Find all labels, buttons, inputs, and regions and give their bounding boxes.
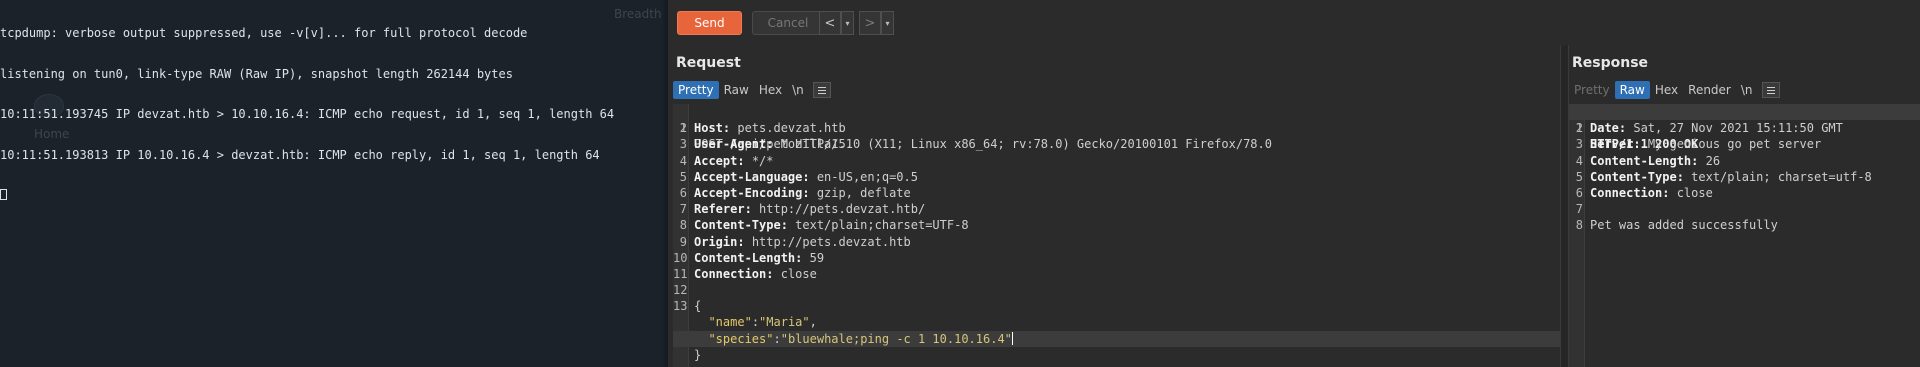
header-name: Host [694,121,723,136]
header-value: */* [751,153,774,168]
header-name: Connection [694,266,767,281]
terminal-cursor [0,189,7,200]
cancel-button[interactable]: Cancel [752,11,824,35]
history-forward-group: > ▾ [859,11,894,35]
response-viewer[interactable]: 1 HTTP/1.1 200 OK 2 Date: Sat, 27 Nov 202… [1569,104,1920,367]
header-value: Mozilla/5.0 (X11; Linux x86_64; rv:78.0)… [780,137,1272,152]
history-back-button[interactable]: < [819,11,841,35]
line-number: 3 [1575,137,1583,152]
line-number: 3 [679,137,687,152]
header-name: Date [1590,121,1619,136]
json-close-brace: } [694,347,702,362]
request-tab-newline[interactable]: \n [787,81,809,99]
header-value: close [1676,185,1713,200]
header-name: Connection [1590,185,1663,200]
response-tab-render[interactable]: Render [1683,81,1736,99]
header-name: Accept [694,153,738,168]
request-tab-raw[interactable]: Raw [719,81,754,99]
response-title: Response [1572,55,1649,71]
line-number: 11 [673,266,688,281]
terminal-line: 10:11:51.193745 IP devzat.htb > 10.10.16… [0,107,615,121]
current-line: "species":"bluewhale;ping -c 1 10.10.16.… [673,330,1560,347]
header-value: gzip, deflate [816,185,911,200]
history-forward-button[interactable]: > [859,11,881,35]
text-caret [1011,331,1013,345]
header-name: User-Agent [694,137,767,152]
header-name: Content-Type [1590,169,1677,184]
header-value: My genious go pet server [1647,137,1822,152]
terminal-window[interactable]: Breadth Home tcpdump: verbose output sup… [0,0,668,367]
header-value: en-US,en;q=0.5 [816,169,918,184]
line-number: 8 [1575,218,1583,233]
request-menu-icon[interactable] [812,82,831,98]
history-forward-dropdown-icon[interactable]: ▾ [881,11,894,35]
line-number: 5 [679,169,687,184]
json-key: "species" [708,331,774,346]
request-view-tabs: Pretty Raw Hex \n [673,81,831,99]
line-number: 4 [679,153,687,168]
terminal-line: listening on tun0, link-type RAW (Raw IP… [0,66,513,81]
header-name: Referer [694,202,745,217]
response-menu-icon[interactable] [1761,82,1780,98]
header-name: Origin [694,234,738,249]
header-value: 59 [809,250,825,265]
response-tab-pretty[interactable]: Pretty [1569,81,1615,99]
line-number: 7 [1575,202,1583,217]
send-button[interactable]: Send [677,11,742,35]
line-number: 2 [1575,121,1583,136]
repeater-toolbar: Send Cancel < ▾ > ▾ [668,0,1920,45]
response-tab-hex[interactable]: Hex [1650,81,1683,99]
response-view-tabs: Pretty Raw Hex Render \n [1569,81,1780,99]
header-value: text/plain; charset=utf-8 [1691,169,1872,184]
repeater-panel: Send Cancel < ▾ > ▾ Request Pretty Raw H… [668,0,1920,367]
json-open-brace: { [694,299,702,314]
line-number: 7 [679,202,687,217]
header-name: Content-Length [1590,153,1692,168]
line-number: 13 [673,299,688,314]
current-line: 1 HTTP/1.1 200 OK [1569,104,1920,151]
line-number: 6 [1575,185,1583,200]
line-number: 6 [679,185,687,200]
header-name: Server [1590,137,1634,152]
header-value: Sat, 27 Nov 2021 15:11:50 GMT [1633,121,1843,136]
history-back-group: < ▾ [819,11,854,35]
header-value: close [780,266,817,281]
request-tab-pretty[interactable]: Pretty [673,81,719,99]
request-title: Request [676,55,741,71]
header-name: Content-Length [694,250,796,265]
request-editor[interactable]: 1 POST /api/pet HTTP/1.1 2 Host: pets.dev… [673,104,1560,367]
header-value: 26 [1705,153,1721,168]
request-tab-hex[interactable]: Hex [754,81,787,99]
header-value: text/plain;charset=UTF-8 [795,218,969,233]
header-name: Content-Type [694,218,781,233]
terminal-line: tcpdump: verbose output suppressed, use … [0,26,528,40]
json-value: "bluewhale;ping -c 1 10.10.16.4" [780,331,1012,346]
json-key: "name" [708,315,752,330]
window-shadow [660,0,668,367]
line-number: 5 [1575,169,1583,184]
terminal-output: tcpdump: verbose output suppressed, use … [0,0,668,230]
header-value: http://pets.devzat.htb/ [759,202,926,217]
line-number: 4 [1575,153,1583,168]
header-name: Accept-Language [694,169,803,184]
header-value: pets.devzat.htb [737,121,846,136]
response-tab-raw[interactable]: Raw [1614,81,1650,99]
line-number: 12 [673,283,688,298]
response-tab-newline[interactable]: \n [1736,81,1758,99]
history-back-dropdown-icon[interactable]: ▾ [841,11,854,35]
line-number: 10 [673,250,688,265]
line-number: 9 [679,234,687,249]
json-value: "Maria" [759,315,810,330]
pane-splitter[interactable] [1560,45,1569,367]
header-value: http://pets.devzat.htb [751,234,911,249]
line-number: 2 [679,121,687,136]
header-name: Accept-Encoding [694,185,803,200]
response-body: Pet was added successfully [1590,218,1778,233]
line-number: 8 [679,218,687,233]
terminal-line: 10:11:51.193813 IP 10.10.16.4 > devzat.h… [0,147,600,162]
